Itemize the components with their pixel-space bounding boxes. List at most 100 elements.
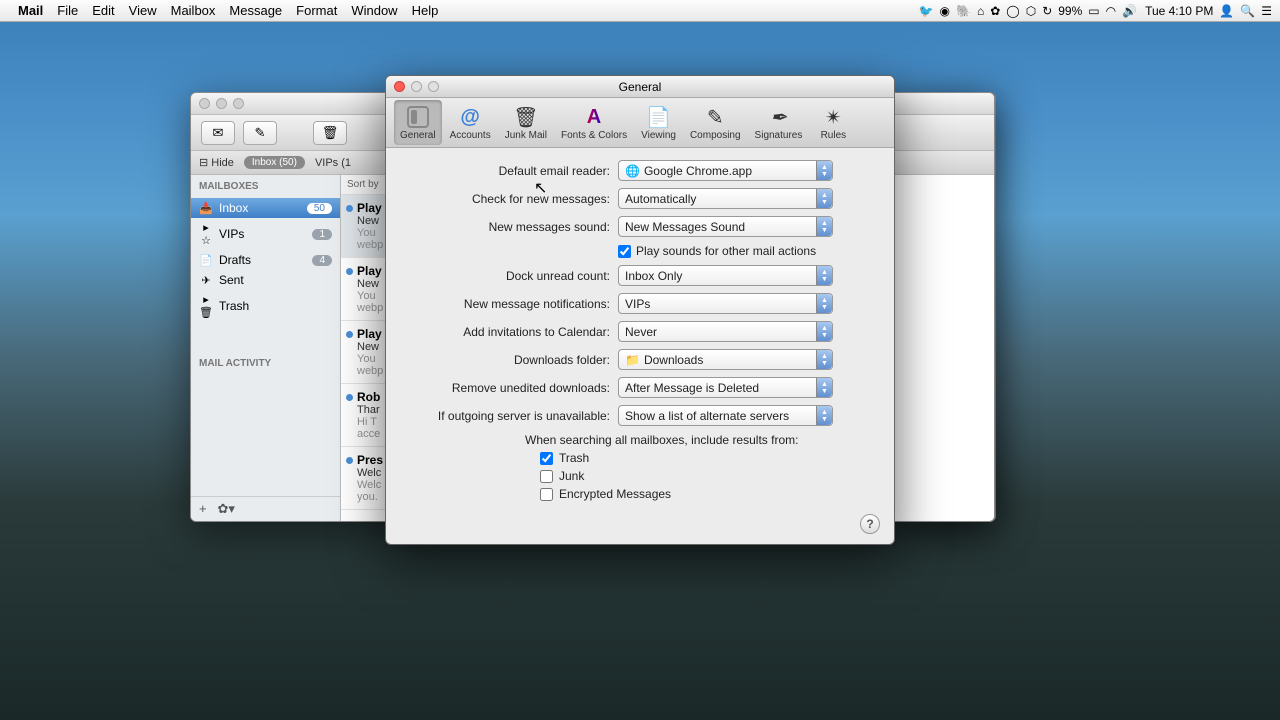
minimize-button[interactable] — [411, 81, 422, 92]
tab-composing[interactable]: ✎ Composing — [684, 100, 747, 145]
select-downloads[interactable]: 📁 Downloads ▲▼ — [618, 349, 833, 370]
select-notifications[interactable]: VIPs ▲▼ — [618, 293, 833, 314]
app-name[interactable]: Mail — [18, 3, 43, 18]
checkbox-label: Encrypted Messages — [559, 487, 671, 501]
checkbox-label: Junk — [559, 469, 584, 483]
volume-icon[interactable]: 🔊 — [1122, 4, 1137, 18]
label-dock-count: Dock unread count: — [410, 269, 610, 283]
sidebar-item-drafts[interactable]: 📄 Drafts 4 — [191, 250, 340, 270]
menu-view[interactable]: View — [129, 3, 157, 18]
timemachine-icon[interactable]: ↻ — [1042, 4, 1052, 18]
tab-rules[interactable]: ✴ Rules — [810, 100, 856, 145]
select-calendar[interactable]: Never ▲▼ — [618, 321, 833, 342]
favbar-inbox[interactable]: Inbox (50) — [244, 156, 305, 169]
select-arrows-icon: ▲▼ — [816, 161, 832, 180]
add-button[interactable]: + — [199, 501, 207, 516]
battery-icon[interactable]: ▭ — [1088, 4, 1099, 18]
inbox-icon: 📥 — [199, 202, 213, 215]
sidebar-item-vips[interactable]: ▸ ☆ VIPs 1 — [191, 218, 340, 250]
status-icon[interactable]: ◉ — [940, 4, 950, 18]
select-remove-downloads[interactable]: After Message is Deleted ▲▼ — [618, 377, 833, 398]
drafts-icon: 📄 — [199, 254, 213, 267]
sidebar-bottom-bar: + ✿▾ — [191, 496, 340, 521]
battery-percent[interactable]: 99% — [1058, 4, 1082, 18]
tab-viewing[interactable]: 📄 Viewing — [635, 100, 682, 145]
prefs-titlebar: General — [386, 76, 894, 98]
wifi-icon[interactable]: ◠ — [1106, 4, 1116, 18]
macos-menubar: Mail File Edit View Mailbox Message Form… — [0, 0, 1280, 22]
user-icon[interactable]: 👤 — [1219, 4, 1234, 18]
trash-icon: ▸ 🗑 — [199, 293, 213, 319]
help-button[interactable]: ? — [860, 514, 880, 534]
sync-icon[interactable]: ◯ — [1006, 4, 1019, 18]
menu-format[interactable]: Format — [296, 3, 337, 18]
checkbox-junk[interactable] — [540, 470, 553, 483]
sidebar-item-sent[interactable]: ✈ Sent — [191, 270, 340, 290]
zoom-button[interactable] — [428, 81, 439, 92]
spotlight-icon[interactable]: 🔍 — [1240, 4, 1255, 18]
evernote-icon[interactable]: 🐘 — [956, 4, 971, 18]
select-arrows-icon: ▲▼ — [816, 406, 832, 425]
menu-help[interactable]: Help — [412, 3, 439, 18]
menu-mailbox[interactable]: Mailbox — [171, 3, 216, 18]
menubar-clock[interactable]: Tue 4:10 PM — [1145, 4, 1213, 18]
delete-button[interactable]: 🗑 — [313, 121, 347, 145]
notification-center-icon[interactable]: ☰ — [1261, 4, 1272, 18]
select-default-reader[interactable]: 🌐 Google Chrome.app ▲▼ — [618, 160, 833, 181]
label-remove-downloads: Remove unedited downloads: — [410, 381, 610, 395]
unread-dot-icon — [346, 394, 353, 401]
twitter-icon[interactable]: 🐦 — [919, 4, 934, 18]
close-button[interactable] — [394, 81, 405, 92]
compose-button[interactable]: ✎ — [243, 121, 277, 145]
tab-accounts[interactable]: @ Accounts — [444, 100, 497, 145]
sidebar-section-activity: MAIL ACTIVITY — [191, 352, 340, 375]
label-search-note: When searching all mailboxes, include re… — [525, 433, 870, 447]
fonts-icon: A — [581, 104, 607, 130]
composing-icon: ✎ — [702, 104, 728, 130]
unread-dot-icon — [346, 205, 353, 212]
select-check-messages[interactable]: Automatically ▲▼ — [618, 188, 833, 209]
general-icon — [405, 104, 431, 130]
rules-icon: ✴ — [820, 104, 846, 130]
action-menu-button[interactable]: ✿▾ — [217, 501, 234, 516]
accounts-icon: @ — [457, 104, 483, 130]
menu-window[interactable]: Window — [351, 3, 397, 18]
gear-icon[interactable]: ✿ — [990, 4, 1000, 18]
sidebar-item-trash[interactable]: ▸ 🗑 Trash — [191, 290, 340, 322]
dropbox-icon[interactable]: ⬡ — [1026, 4, 1036, 18]
star-icon: ▸ ☆ — [199, 221, 213, 247]
select-outgoing[interactable]: Show a list of alternate servers ▲▼ — [618, 405, 833, 426]
label-play-sounds: Play sounds for other mail actions — [636, 244, 816, 258]
favbar-vips[interactable]: VIPs (1 — [315, 157, 351, 169]
label-notifications: New message notifications: — [410, 297, 610, 311]
menu-message[interactable]: Message — [229, 3, 282, 18]
checkbox-play-sounds[interactable] — [618, 245, 631, 258]
sidebar-item-inbox[interactable]: 📥 Inbox 50 — [191, 198, 340, 218]
tab-signatures[interactable]: ✒ Signatures — [749, 100, 809, 145]
menu-file[interactable]: File — [57, 3, 78, 18]
tab-junk-mail[interactable]: 🗑 Junk Mail — [499, 100, 553, 145]
unread-dot-icon — [346, 331, 353, 338]
checkbox-label: Trash — [559, 451, 589, 465]
prefs-body: Default email reader: 🌐 Google Chrome.ap… — [386, 148, 894, 517]
select-arrows-icon: ▲▼ — [816, 378, 832, 397]
select-sound[interactable]: New Messages Sound ▲▼ — [618, 216, 833, 237]
checkbox-encrypted-messages[interactable] — [540, 488, 553, 501]
tab-fonts-colors[interactable]: A Fonts & Colors — [555, 100, 633, 145]
get-mail-button[interactable]: ✉ — [201, 121, 235, 145]
signatures-icon: ✒ — [765, 104, 791, 130]
select-dock-count[interactable]: Inbox Only ▲▼ — [618, 265, 833, 286]
select-arrows-icon: ▲▼ — [816, 294, 832, 313]
label-downloads: Downloads folder: — [410, 353, 610, 367]
checkbox-trash[interactable] — [540, 452, 553, 465]
junk-icon: 🗑 — [513, 104, 539, 130]
menu-edit[interactable]: Edit — [92, 3, 114, 18]
unread-dot-icon — [346, 457, 353, 464]
viewing-icon: 📄 — [646, 104, 672, 130]
hide-button[interactable]: ⊟ Hide — [199, 156, 234, 169]
traffic-lights[interactable] — [199, 98, 244, 109]
cloud-icon[interactable]: ⌂ — [977, 4, 984, 18]
prefs-traffic-lights[interactable] — [394, 81, 439, 92]
select-arrows-icon: ▲▼ — [816, 217, 832, 236]
tab-general[interactable]: General — [394, 100, 442, 145]
